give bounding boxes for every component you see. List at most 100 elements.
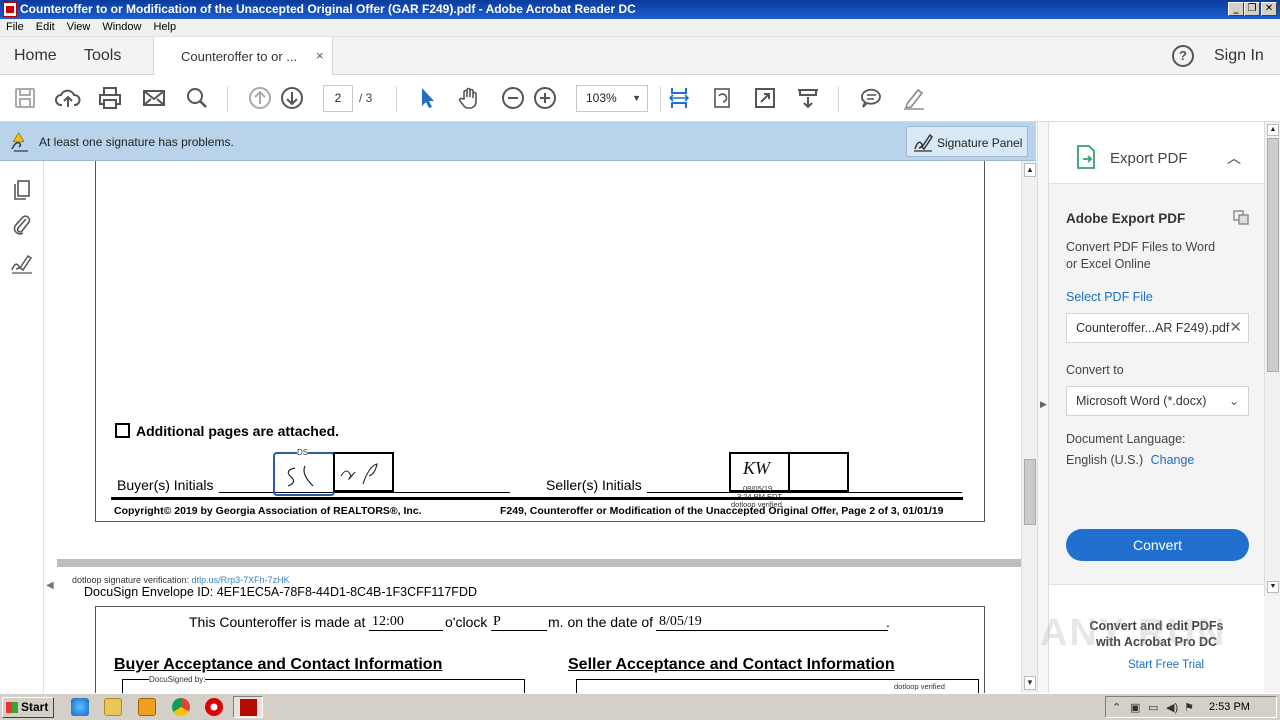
- export-pdf-panel: Export PDF ︿ Adobe Export PDF Convert PD…: [1049, 122, 1280, 693]
- help-icon[interactable]: ?: [1172, 45, 1194, 67]
- left-navigation-rail: ◀: [0, 161, 54, 693]
- attachments-icon[interactable]: [10, 213, 34, 237]
- page-up-icon[interactable]: [247, 85, 273, 111]
- restore-button[interactable]: ❐: [1244, 2, 1260, 16]
- collapse-right-panel-icon[interactable]: ▶: [1040, 399, 1047, 410]
- hand-icon[interactable]: [457, 85, 483, 111]
- search-icon[interactable]: [184, 85, 210, 111]
- start-button[interactable]: Start: [2, 697, 54, 718]
- system-tray: ⌃ ▣ ▭ ◀) ⚑ 2:53 PM: [1105, 696, 1277, 718]
- sign-in-link[interactable]: Sign In: [1214, 47, 1264, 65]
- folder-icon[interactable]: [104, 698, 122, 716]
- media-player-icon[interactable]: [138, 698, 156, 716]
- print-icon[interactable]: [97, 85, 123, 111]
- export-pdf-header[interactable]: Export PDF ︿: [1049, 122, 1264, 184]
- seller-dotloop-verified: dotloop verified: [894, 682, 945, 691]
- email-icon[interactable]: [141, 85, 167, 111]
- tray-expand-icon[interactable]: ⌃: [1112, 701, 1121, 714]
- network-icon[interactable]: ▣: [1130, 701, 1140, 714]
- change-language-link[interactable]: Change: [1151, 453, 1195, 467]
- select-cursor-icon[interactable]: [414, 85, 440, 111]
- menu-file[interactable]: File: [0, 19, 30, 33]
- tab-home[interactable]: Home: [14, 47, 57, 65]
- clear-file-icon[interactable]: ✕: [1229, 314, 1242, 342]
- flag-icon[interactable]: ⚑: [1184, 701, 1194, 714]
- signature-panel-button[interactable]: Signature Panel: [906, 126, 1028, 157]
- read-mode-icon[interactable]: [795, 85, 821, 111]
- menu-window[interactable]: Window: [96, 19, 147, 33]
- selected-file-field[interactable]: Counteroffer...AR F249).pdf ✕: [1066, 313, 1249, 343]
- scroll-down-icon[interactable]: ▼: [1024, 676, 1036, 690]
- export-description-line1: Convert PDF Files to Word: [1066, 240, 1216, 254]
- verification-link[interactable]: dtlp.us/Rrp3-7XFh-7zHK: [192, 575, 290, 585]
- signatures-icon[interactable]: [10, 251, 34, 275]
- select-pdf-file-label[interactable]: Select PDF File: [1066, 290, 1153, 304]
- window-title: Counteroffer to or Modification of the U…: [20, 2, 636, 16]
- ie-icon[interactable]: [71, 698, 89, 716]
- opera-icon[interactable]: [205, 698, 223, 716]
- windows-flag-icon: [6, 702, 18, 713]
- scroll-up-icon[interactable]: ▲: [1024, 163, 1036, 177]
- copyright-text: Copyright© 2019 by Georgia Association o…: [114, 505, 422, 517]
- zoom-out-icon[interactable]: [500, 85, 526, 111]
- save-icon[interactable]: [12, 85, 38, 111]
- right-panel-scrollbar[interactable]: ▲ ▼: [1264, 122, 1280, 596]
- signature-panel-label: Signature Panel: [937, 136, 1023, 150]
- acrobat-icon: [240, 699, 257, 716]
- fit-width-icon[interactable]: [666, 85, 692, 111]
- chevron-up-icon[interactable]: ︿: [1227, 148, 1241, 168]
- convert-button[interactable]: Convert: [1066, 529, 1249, 561]
- page-thumbnails-icon[interactable]: [10, 177, 34, 201]
- ds-mark: DS: [297, 448, 309, 457]
- menu-view[interactable]: View: [61, 19, 97, 33]
- close-tab-icon[interactable]: ×: [316, 48, 324, 63]
- chrome-icon[interactable]: [172, 698, 190, 716]
- comment-icon[interactable]: [858, 85, 884, 111]
- convert-to-value: Microsoft Word (*.docx): [1076, 394, 1207, 408]
- taskbar: Start ⌃ ▣ ▭ ◀) ⚑ 2:53 PM: [0, 693, 1280, 720]
- start-label: Start: [21, 700, 49, 714]
- page-total: / 3: [359, 91, 373, 105]
- panel-splitter[interactable]: ▶: [1037, 122, 1049, 693]
- document-scrollbar[interactable]: ▲ ▼: [1021, 161, 1037, 693]
- export-description-line2: or Excel Online: [1066, 257, 1151, 271]
- form-footer-text: F249, Counteroffer or Modification of th…: [500, 505, 944, 517]
- display-icon[interactable]: ▭: [1148, 701, 1158, 714]
- tab-document[interactable]: Counteroffer to or ... ×: [153, 37, 333, 75]
- zoom-in-icon[interactable]: [532, 85, 558, 111]
- tab-tools[interactable]: Tools: [84, 47, 121, 65]
- minimize-button[interactable]: _: [1228, 2, 1244, 16]
- buyer-initials-label: Buyer(s) Initials: [117, 477, 214, 493]
- date-underline: [656, 630, 888, 631]
- highlight-pen-icon[interactable]: [901, 85, 927, 111]
- rotate-icon[interactable]: [709, 85, 735, 111]
- volume-icon[interactable]: ◀): [1166, 701, 1178, 714]
- upload-cloud-icon[interactable]: [55, 85, 81, 111]
- panel-scroll-thumb[interactable]: [1267, 138, 1279, 372]
- start-free-trial-link[interactable]: Start Free Trial: [1128, 659, 1204, 671]
- title-bar: Counteroffer to or Modification of the U…: [0, 0, 1280, 19]
- panel-scroll-down-icon[interactable]: ▼: [1267, 581, 1279, 593]
- adobe-export-pdf-title: Adobe Export PDF: [1066, 211, 1186, 226]
- close-window-button[interactable]: ✕: [1261, 2, 1277, 16]
- seller-initials-signature: KW: [743, 458, 770, 478]
- page-number-input[interactable]: 2: [323, 85, 353, 112]
- acrobat-taskbar-button[interactable]: [233, 696, 263, 718]
- seller-signature-box: dotloop verified: [576, 679, 979, 693]
- menu-edit[interactable]: Edit: [30, 19, 61, 33]
- chevron-down-icon: ⌄: [1228, 394, 1239, 408]
- panel-scroll-up-icon[interactable]: ▲: [1267, 124, 1279, 136]
- document-viewport[interactable]: Additional pages are attached. Buyer(s) …: [57, 161, 1021, 693]
- zoom-select[interactable]: 103% ▼: [576, 85, 648, 112]
- collapse-left-panel-icon[interactable]: ◀: [46, 580, 54, 591]
- seller-initial-box-2: [788, 452, 849, 492]
- page-down-icon[interactable]: [279, 85, 305, 111]
- convert-to-select[interactable]: Microsoft Word (*.docx) ⌄: [1066, 386, 1249, 416]
- additional-pages-checkbox[interactable]: [115, 423, 130, 438]
- seller-acceptance-heading: Seller Acceptance and Contact Informatio…: [568, 656, 895, 673]
- full-screen-icon[interactable]: [752, 85, 778, 111]
- scroll-thumb[interactable]: [1024, 459, 1036, 525]
- export-pdf-label: Export PDF: [1110, 150, 1188, 167]
- copy-icon[interactable]: [1232, 209, 1250, 225]
- menu-help[interactable]: Help: [147, 19, 182, 33]
